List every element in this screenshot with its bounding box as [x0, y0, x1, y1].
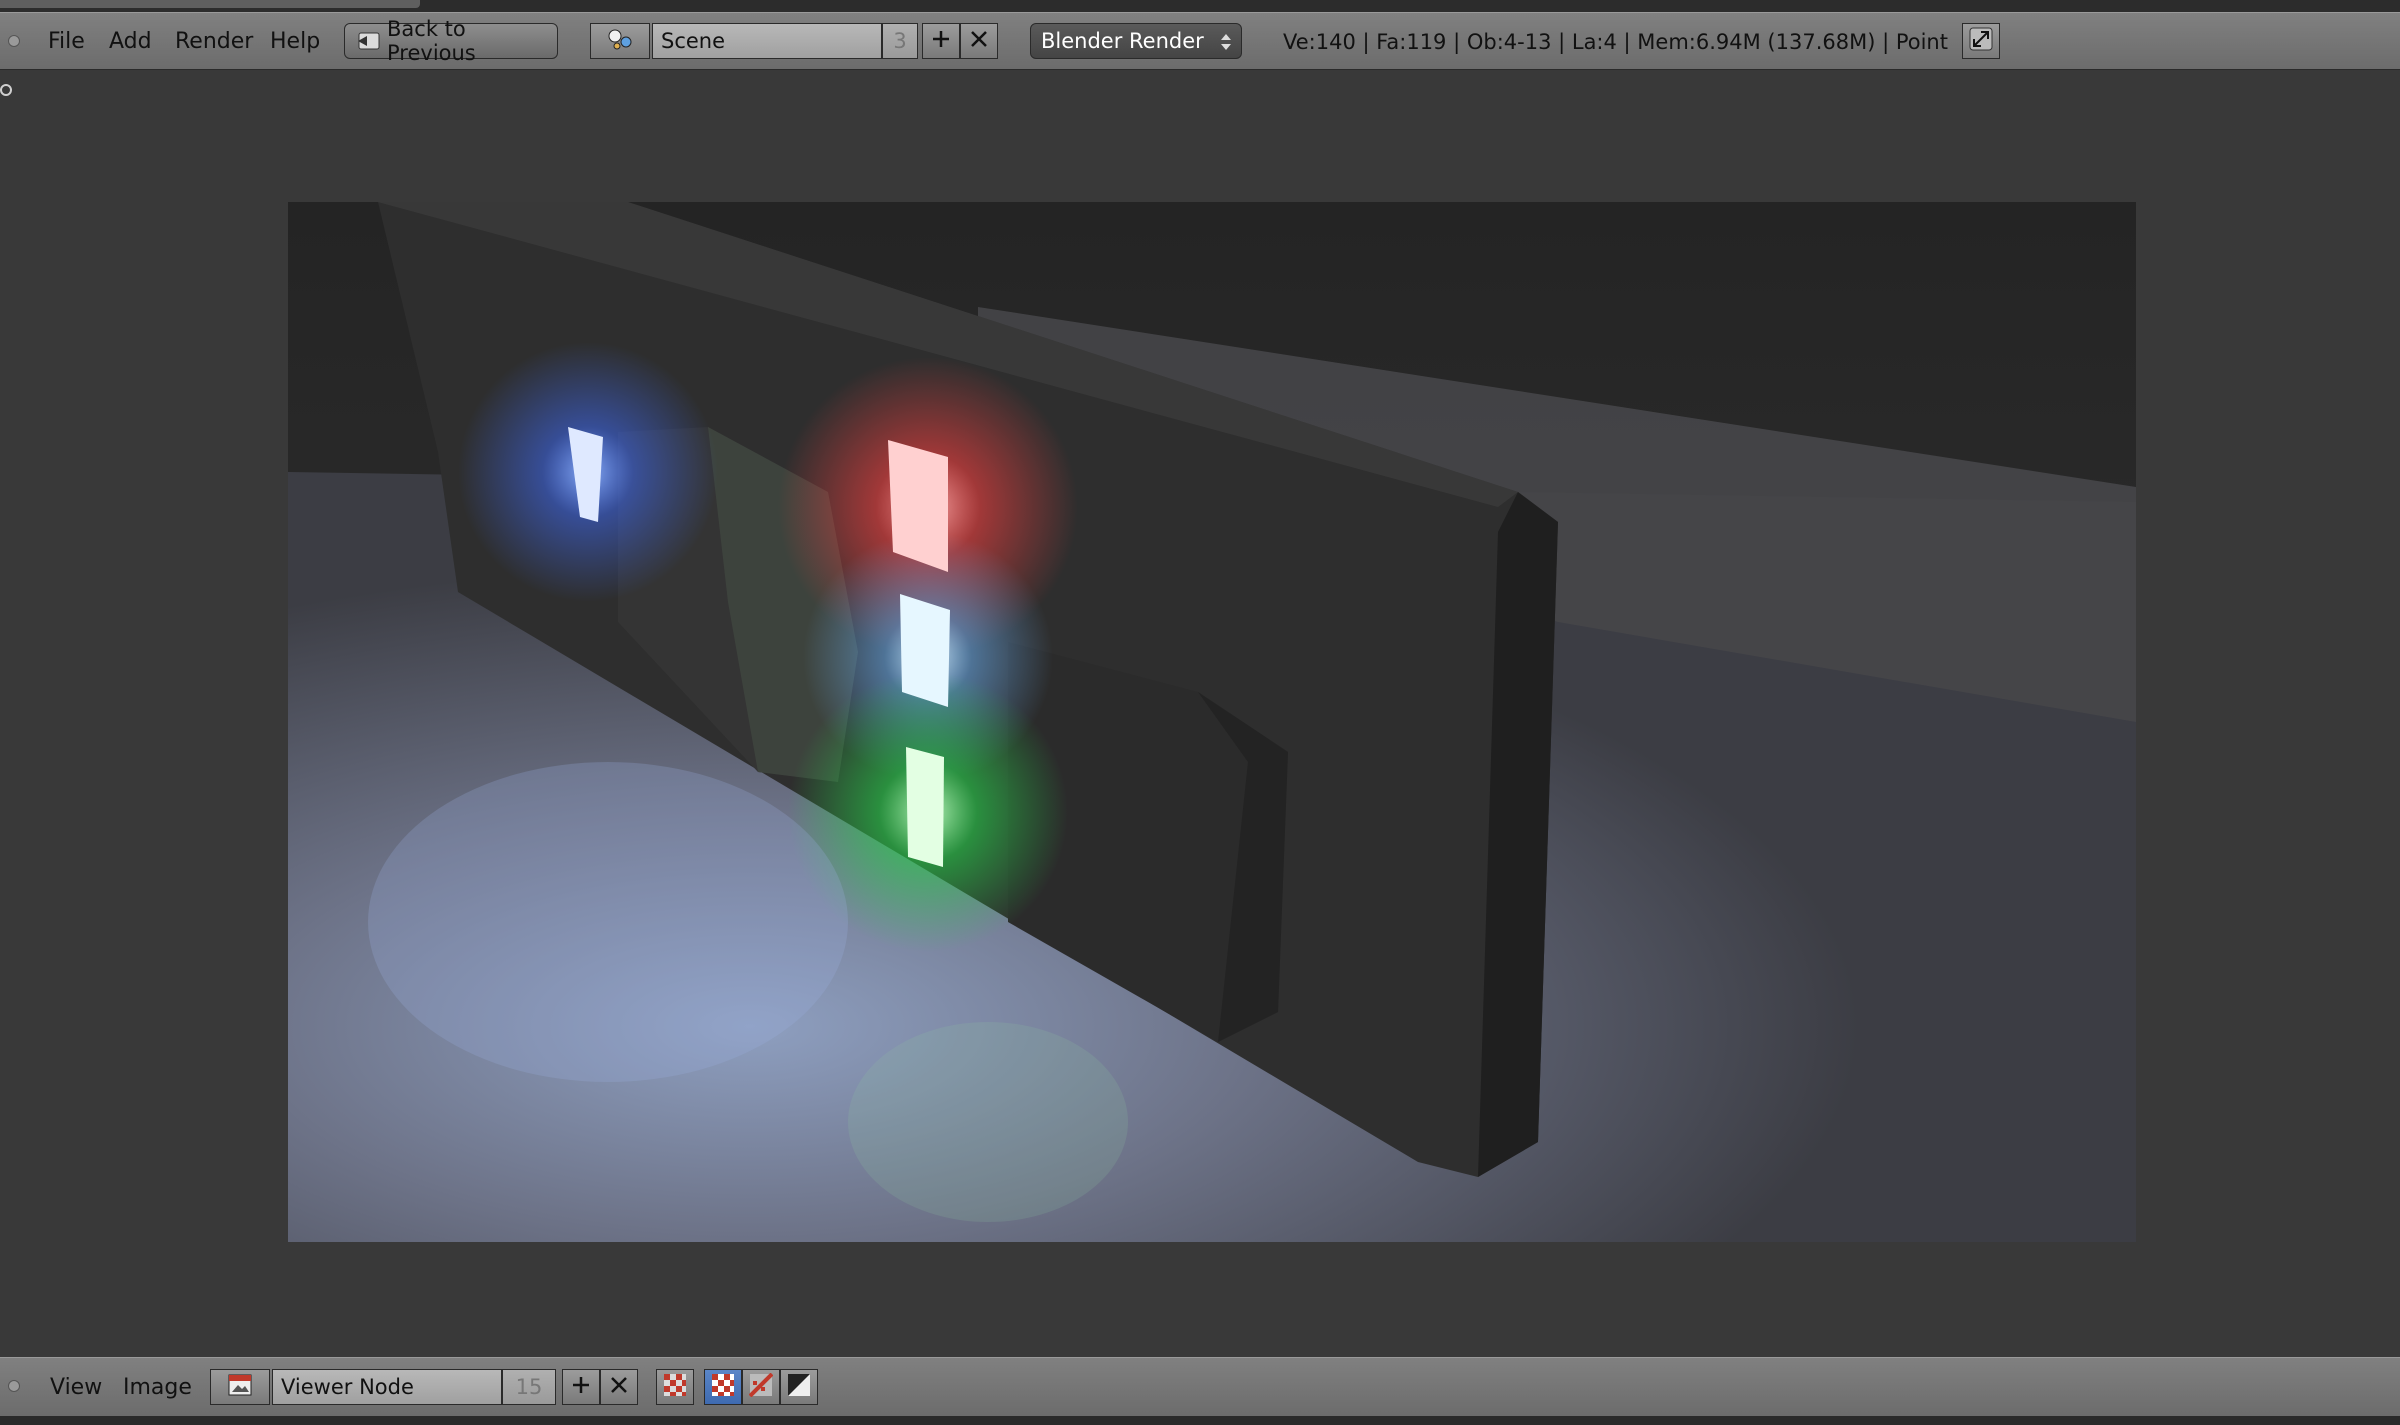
- add-scene-button[interactable]: [922, 23, 960, 59]
- draw-image-alpha-only-button[interactable]: [742, 1369, 780, 1405]
- scene-users-count: 3: [882, 23, 918, 59]
- add-icon: [931, 29, 951, 53]
- menu-view[interactable]: View: [50, 1359, 102, 1417]
- image-users-count: 15: [502, 1369, 556, 1405]
- scene-name-text: Scene: [661, 29, 726, 53]
- image-name-field[interactable]: Viewer Node: [272, 1369, 502, 1405]
- new-image-button[interactable]: [562, 1369, 600, 1405]
- image-icon: [227, 1373, 253, 1401]
- draw-image-rgb-button[interactable]: [704, 1369, 742, 1405]
- expand-icon: [1969, 27, 1993, 55]
- image-editor-header: View Image Viewer Node 15: [0, 1357, 2400, 1417]
- image-browse-button[interactable]: [210, 1369, 270, 1405]
- fullscreen-toggle-button[interactable]: [1962, 23, 2000, 59]
- zbuffer-icon: [787, 1373, 811, 1401]
- delete-scene-button[interactable]: [960, 23, 998, 59]
- window-tab: [0, 0, 420, 8]
- alpha-icon: [748, 1372, 774, 1401]
- scene-name-field[interactable]: Scene: [652, 23, 882, 59]
- red-light-panel: [888, 440, 948, 572]
- draw-image-alpha-button[interactable]: [656, 1369, 694, 1405]
- scene-icon: [605, 26, 635, 56]
- close-icon: [969, 29, 989, 53]
- rendered-scene: [288, 202, 2136, 1242]
- window-bottom-strip: [0, 1417, 2400, 1425]
- scene-statistics: Ve:140 | Fa:119 | Ob:4-13 | La:4 | Mem:6…: [1283, 30, 1948, 54]
- checker-icon: [663, 1373, 687, 1401]
- close-icon: [609, 1375, 629, 1399]
- dropdown-arrows-icon: [1219, 31, 1233, 58]
- checker-rgb-icon: [711, 1373, 735, 1401]
- back-arrow-icon: [353, 30, 381, 52]
- menu-render[interactable]: Render: [175, 13, 253, 71]
- menu-add[interactable]: Add: [109, 13, 152, 71]
- green-light-panel: [906, 747, 944, 867]
- cyan-light-panel: [900, 594, 950, 707]
- window-top-strip: [0, 0, 2400, 12]
- editor-type-icon[interactable]: [8, 35, 20, 47]
- draw-image-zbuffer-button[interactable]: [780, 1369, 818, 1405]
- info-header: File Add Render Help Back to Previous Sc…: [0, 12, 2400, 70]
- back-to-previous-label: Back to Previous: [387, 17, 476, 65]
- back-to-previous-button[interactable]: Back to Previous: [344, 17, 558, 65]
- region-toggle-icon[interactable]: [0, 84, 12, 96]
- menu-help[interactable]: Help: [270, 13, 320, 71]
- editor-type-icon-bottom[interactable]: [8, 1380, 20, 1392]
- menu-image[interactable]: Image: [123, 1359, 192, 1417]
- image-name-text: Viewer Node: [281, 1375, 414, 1399]
- scene-browse-button[interactable]: [590, 23, 650, 59]
- render-engine-select[interactable]: Blender Render: [1030, 23, 1242, 59]
- render-engine-label: Blender Render: [1041, 29, 1204, 53]
- add-icon: [571, 1375, 591, 1399]
- menu-file[interactable]: File: [48, 13, 85, 71]
- unlink-image-button[interactable]: [600, 1369, 638, 1405]
- render-result-image[interactable]: [288, 202, 2136, 1242]
